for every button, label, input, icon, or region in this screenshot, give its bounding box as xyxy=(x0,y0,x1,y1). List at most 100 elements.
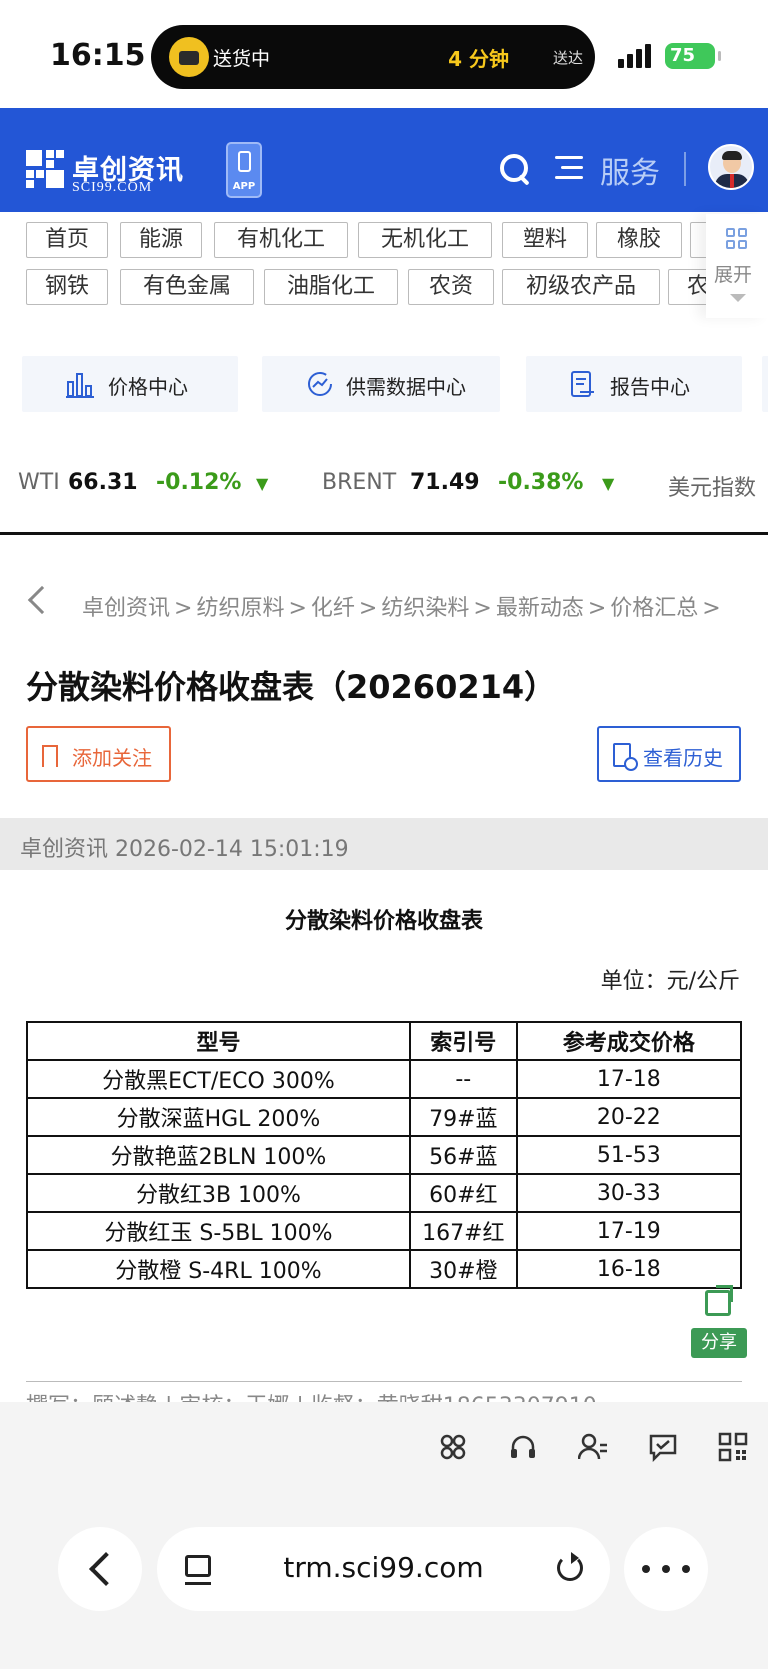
reload-icon[interactable] xyxy=(557,1552,583,1581)
cell-model: 分散橙 S-4RL 100% xyxy=(26,1249,411,1289)
expand-categories-button[interactable]: 展开 xyxy=(706,214,768,318)
table-row: 分散深蓝HGL 200% 79#蓝 20-22 xyxy=(26,1097,743,1137)
history-doc-icon xyxy=(613,743,638,771)
unit-label: 单位：元/公斤 xyxy=(600,969,740,994)
site-header: 卓创资讯 SCI99.COM APP 服务 xyxy=(0,108,768,212)
table-title: 分散染料价格收盘表 xyxy=(284,909,483,934)
delivery-eta-suffix: 送达 xyxy=(552,49,583,67)
cell-price: 17-18 xyxy=(515,1059,743,1099)
delivery-courier-icon xyxy=(169,37,209,77)
browser-toolbar: trm.sci99.com xyxy=(0,1402,768,1669)
delivery-eta: 4 分钟 xyxy=(448,47,509,71)
feedback-icon[interactable] xyxy=(648,1432,678,1462)
tab-report-center[interactable]: 报告中心 xyxy=(526,356,742,412)
menu-icon[interactable] xyxy=(555,154,583,182)
logo-grid-icon xyxy=(26,150,64,188)
authors-text: 撰写：顾述静 | 审核：王娜 | 监督：黄晓甜18653307910 xyxy=(26,1394,597,1402)
button-label: 查看历史 xyxy=(643,746,723,770)
contacts-icon[interactable] xyxy=(578,1432,608,1462)
qr-code-icon[interactable] xyxy=(718,1432,748,1462)
header-divider xyxy=(684,152,686,186)
ticker-name: WTI xyxy=(18,470,60,495)
back-chevron-icon[interactable] xyxy=(27,585,57,615)
cell-price: 51-53 xyxy=(515,1135,743,1175)
cellular-signal-icon xyxy=(618,44,658,68)
share-button[interactable]: 分享 xyxy=(691,1285,747,1358)
battery-icon: 75 xyxy=(665,43,721,69)
headset-icon[interactable] xyxy=(508,1432,538,1462)
dynamic-island[interactable]: 送货中 4 分钟 送达 xyxy=(151,25,595,89)
breadcrumb-item[interactable]: 纺织染料 xyxy=(381,596,469,621)
breadcrumb-item[interactable]: 卓创资讯 xyxy=(82,596,170,621)
address-bar[interactable]: trm.sci99.com xyxy=(157,1527,610,1611)
url-text: trm.sci99.com xyxy=(283,1551,484,1584)
down-triangle-icon: ▼ xyxy=(256,474,269,493)
market-ticker[interactable]: WTI 66.31 -0.12% ▼ BRENT 71.49 -0.38% ▼ … xyxy=(0,460,768,510)
category-tag[interactable]: 油脂化工 xyxy=(264,269,398,305)
ticker-change: -0.38% xyxy=(498,470,584,495)
ticker-name: BRENT xyxy=(322,470,397,495)
article-meta: 卓创资讯 2026-02-14 15:01:19 xyxy=(0,818,768,870)
price-table: 型号 索引号 参考成交价格 分散黑ECT/ECO 300% -- 17-18 分… xyxy=(26,1021,743,1289)
app-download-button[interactable]: APP xyxy=(226,142,262,198)
apps-icon[interactable] xyxy=(438,1432,468,1462)
category-tag[interactable]: 钢铁 xyxy=(26,269,108,305)
breadcrumb-item[interactable]: 最新动态 xyxy=(496,596,584,621)
table-header-row: 型号 索引号 参考成交价格 xyxy=(26,1021,743,1061)
user-avatar[interactable] xyxy=(708,144,754,190)
delivery-status: 送货中 xyxy=(213,48,271,70)
category-tag[interactable]: 初级农产品 xyxy=(502,269,660,305)
category-tag[interactable]: 无机化工 xyxy=(358,222,492,258)
tab-price-center[interactable]: 价格中心 xyxy=(22,356,238,412)
table-row: 分散红3B 100% 60#红 30-33 xyxy=(26,1173,743,1213)
browser-back-button[interactable] xyxy=(58,1527,142,1611)
column-header: 索引号 xyxy=(408,1021,518,1061)
table-row: 分散红玉 S-5BL 100% 167#红 17-19 xyxy=(26,1211,743,1251)
category-tag[interactable]: 塑料 xyxy=(502,222,588,258)
search-icon[interactable] xyxy=(498,152,532,186)
category-tag[interactable] xyxy=(690,222,706,258)
view-history-button[interactable]: 查看历史 xyxy=(597,726,741,782)
table-row: 分散艳蓝2BLN 100% 56#蓝 51-53 xyxy=(26,1135,743,1175)
report-doc-icon xyxy=(571,371,594,397)
category-tag[interactable]: 有色金属 xyxy=(120,269,254,305)
category-tag[interactable]: 农 xyxy=(668,269,706,305)
category-tag[interactable]: 农资 xyxy=(408,269,494,305)
divider xyxy=(26,1381,742,1382)
category-tag[interactable]: 有机化工 xyxy=(214,222,348,258)
grid-icon xyxy=(726,228,748,250)
category-tag[interactable]: 能源 xyxy=(120,222,202,258)
phone-icon xyxy=(238,151,251,172)
cell-index: 30#橙 xyxy=(408,1249,518,1289)
ticker-value: 71.49 xyxy=(410,470,480,495)
cell-model: 分散红3B 100% xyxy=(26,1173,411,1213)
tab-label: 供需数据中心 xyxy=(346,375,466,399)
service-menu-button[interactable]: 服务 xyxy=(600,148,660,192)
status-bar: 16:15 送货中 4 分钟 送达 75 xyxy=(0,0,768,108)
cell-index: 60#红 xyxy=(408,1173,518,1213)
cell-price: 30-33 xyxy=(515,1173,743,1213)
breadcrumb-item[interactable]: 纺织原料 xyxy=(196,596,284,621)
column-header: 型号 xyxy=(26,1021,411,1061)
cell-model: 分散艳蓝2BLN 100% xyxy=(26,1135,411,1175)
category-nav: 首页 能源 有机化工 无机化工 塑料 橡胶 钢铁 有色金属 油脂化工 农资 初级… xyxy=(26,222,706,312)
ticker-change: -0.12% xyxy=(156,470,242,495)
app-badge-label: APP xyxy=(232,181,256,192)
tab-supply-demand-center[interactable]: 供需数据中心 xyxy=(262,356,500,412)
category-tag[interactable]: 首页 xyxy=(26,222,108,258)
cell-price: 17-19 xyxy=(515,1211,743,1251)
share-label: 分享 xyxy=(691,1328,747,1358)
add-follow-button[interactable]: 添加关注 xyxy=(26,726,171,782)
breadcrumb-item[interactable]: 化纤 xyxy=(311,596,355,621)
breadcrumb-item[interactable]: 价格汇总 xyxy=(610,596,698,621)
cell-price: 20-22 xyxy=(515,1097,743,1137)
category-tag[interactable]: 橡胶 xyxy=(596,222,682,258)
trend-circle-icon xyxy=(308,372,332,396)
expand-label: 展开 xyxy=(714,264,753,286)
tab-more-edge[interactable] xyxy=(762,356,768,412)
more-options-button[interactable] xyxy=(624,1527,708,1611)
clock: 16:15 xyxy=(50,38,146,73)
breadcrumb: 卓创资讯 > 纺织原料 > 化纤 > 纺织染料 > 最新动态 > 价格汇总 > xyxy=(82,596,721,621)
cell-model: 分散红玉 S-5BL 100% xyxy=(26,1211,411,1251)
cell-model: 分散深蓝HGL 200% xyxy=(26,1097,411,1137)
